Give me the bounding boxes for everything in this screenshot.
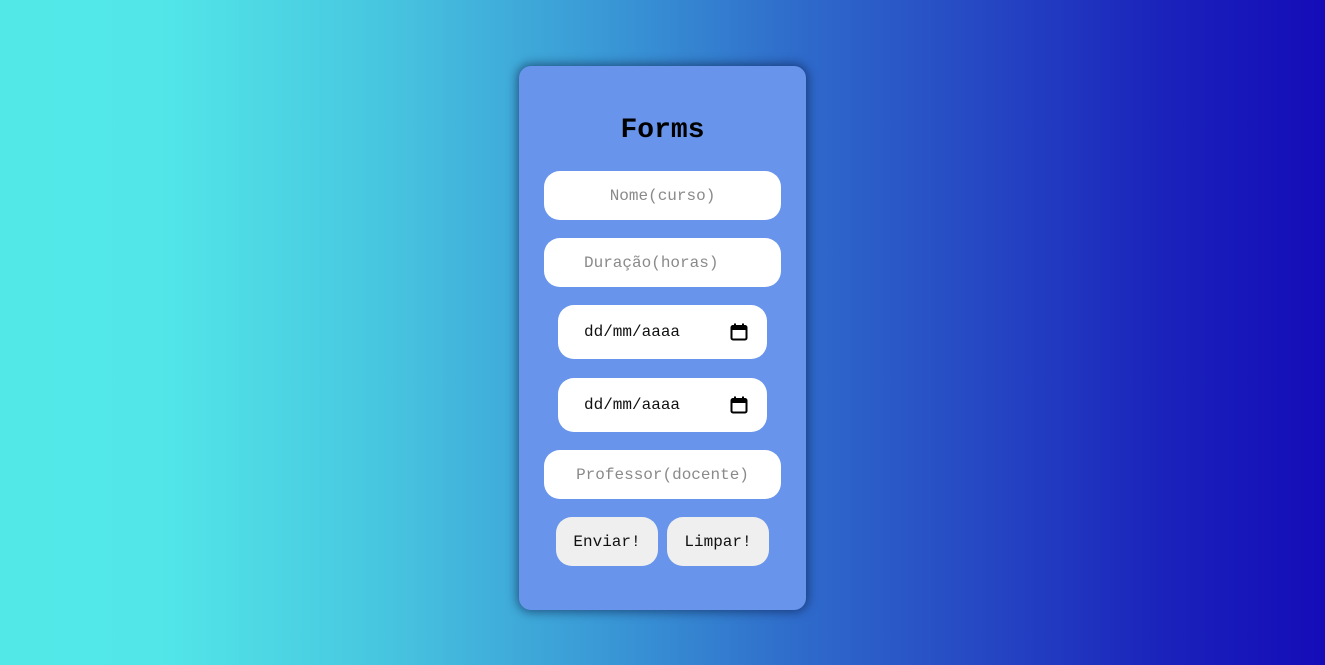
data-fim-input[interactable]: dd/mm/aaaa [558, 378, 767, 432]
enviar-button[interactable]: Enviar! [556, 517, 658, 566]
form-card: Forms dd/mm/aaaa dd/mm/aaaa Enviar! Limp… [519, 66, 806, 610]
nome-curso-input[interactable] [544, 171, 781, 220]
form-title: Forms [620, 115, 705, 146]
data-inicio-input[interactable]: dd/mm/aaaa [558, 305, 767, 359]
limpar-button[interactable]: Limpar! [667, 517, 769, 566]
data-inicio-text: dd/mm/aaaa [584, 323, 681, 341]
calendar-icon[interactable] [730, 396, 748, 414]
professor-docente-input[interactable] [544, 450, 781, 499]
calendar-icon[interactable] [730, 323, 748, 341]
duracao-horas-input[interactable] [544, 238, 781, 287]
data-fim-text: dd/mm/aaaa [584, 396, 681, 414]
